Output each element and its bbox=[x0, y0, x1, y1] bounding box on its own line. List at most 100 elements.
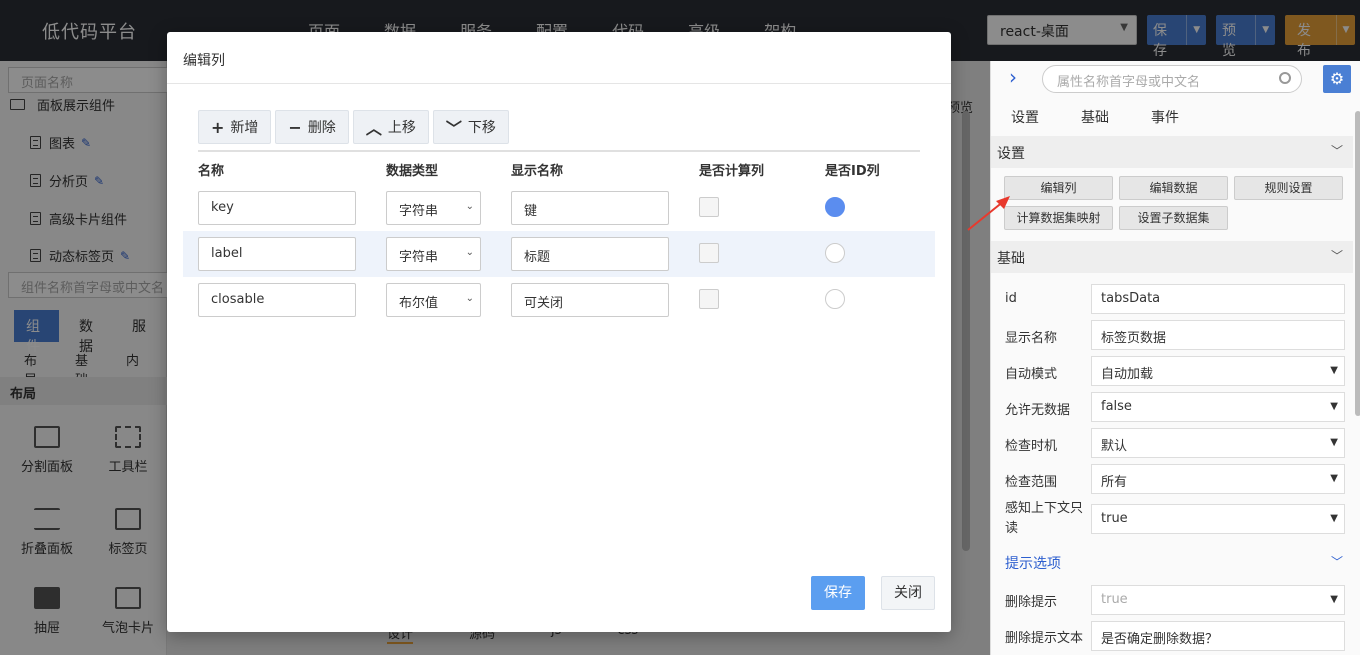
plus-icon: + bbox=[211, 117, 225, 137]
delete-button[interactable]: − 删除 bbox=[275, 110, 349, 144]
tab-settings[interactable]: 设置 bbox=[1011, 107, 1039, 127]
prop-label: 检查时机 bbox=[1005, 439, 1058, 454]
move-down-button-label: 下移 bbox=[467, 120, 496, 136]
dialog-close-button[interactable]: 关闭 bbox=[881, 576, 935, 610]
computed-checkbox[interactable] bbox=[699, 289, 719, 309]
column-name-input[interactable]: key bbox=[198, 191, 356, 225]
chevron-down-icon: ﹀ bbox=[445, 119, 462, 138]
table-row: label 字符串 ⌄ 标题 bbox=[183, 231, 935, 277]
chevron-down-icon: ⌄ bbox=[465, 201, 474, 212]
is-id-radio[interactable] bbox=[825, 197, 845, 217]
column-header-is-id: 是否ID列 bbox=[825, 164, 880, 179]
property-search-input[interactable]: 属性名称首字母或中文名 bbox=[1042, 65, 1302, 93]
basic-section-title: 基础 bbox=[997, 251, 1025, 267]
rule-settings-button[interactable]: 规则设置 bbox=[1234, 176, 1343, 200]
prop-delete-hint-select[interactable]: true ▼ bbox=[1091, 585, 1345, 615]
basic-section-header[interactable]: 基础 ﹀ bbox=[991, 241, 1353, 273]
dialog-save-button[interactable]: 保存 bbox=[811, 576, 865, 610]
computed-checkbox[interactable] bbox=[699, 197, 719, 217]
delete-button-label: 删除 bbox=[307, 120, 336, 136]
select-value: 默认 bbox=[1101, 439, 1128, 454]
dialog-toolbar: + 新增 − 删除 ︿ 上移 ﹀ 下移 bbox=[198, 110, 513, 144]
chevron-right-icon[interactable]: › bbox=[1009, 65, 1017, 89]
is-id-radio[interactable] bbox=[825, 243, 845, 263]
prop-display-name-input[interactable]: 标签页数据 bbox=[1091, 320, 1345, 350]
prop-label: 允许无数据 bbox=[1005, 403, 1071, 418]
prop-label: 删除提示 bbox=[1005, 595, 1058, 610]
chevron-down-icon: ⌄ bbox=[465, 247, 474, 258]
hint-section-header[interactable]: 提示选项 bbox=[1005, 553, 1061, 573]
move-up-button-label: 上移 bbox=[387, 120, 416, 136]
chevron-down-icon: ﹀ bbox=[1330, 144, 1343, 158]
prop-context-readonly-select[interactable]: true ▼ bbox=[1091, 504, 1345, 534]
prop-label: 删除提示文本 bbox=[1005, 631, 1084, 646]
table-row: closable 布尔值 ⌄ 可关闭 bbox=[183, 277, 935, 323]
table-row: key 字符串 ⌄ 键 bbox=[183, 185, 935, 231]
caret-down-icon: ▼ bbox=[1330, 594, 1338, 605]
annotation-arrow-icon bbox=[967, 196, 1010, 231]
is-id-radio[interactable] bbox=[825, 289, 845, 309]
divider bbox=[198, 150, 920, 152]
prop-label: 显示名称 bbox=[1005, 331, 1058, 346]
edit-columns-button[interactable]: 编辑列 bbox=[1004, 176, 1113, 200]
prop-label: 自动模式 bbox=[1005, 367, 1058, 382]
property-tabs: 设置 基础 事件 bbox=[1011, 107, 1221, 127]
column-header-type: 数据类型 bbox=[386, 164, 439, 179]
tab-basic[interactable]: 基础 bbox=[1081, 107, 1109, 127]
select-value: true bbox=[1101, 592, 1128, 607]
set-sub-dataset-button[interactable]: 设置子数据集 bbox=[1119, 206, 1228, 230]
caret-down-icon: ▼ bbox=[1330, 513, 1338, 524]
dialog-title: 编辑列 bbox=[183, 53, 225, 69]
select-value: 字符串 bbox=[399, 250, 439, 265]
column-name-input[interactable]: closable bbox=[198, 283, 356, 317]
chevron-up-icon: ︿ bbox=[365, 119, 382, 138]
select-value: 布尔值 bbox=[399, 296, 439, 311]
add-button[interactable]: + 新增 bbox=[198, 110, 272, 144]
column-header-display: 显示名称 bbox=[511, 164, 564, 179]
modal-backdrop-top bbox=[990, 0, 1360, 61]
tab-events[interactable]: 事件 bbox=[1151, 107, 1179, 127]
scrollbar[interactable] bbox=[1355, 111, 1360, 416]
prop-label: 感知上下文只读 bbox=[1005, 501, 1084, 536]
column-name-input[interactable]: label bbox=[198, 237, 356, 271]
prop-check-scope-select[interactable]: 所有 ▼ bbox=[1091, 464, 1345, 494]
chevron-down-icon: ﹀ bbox=[1330, 249, 1343, 263]
caret-down-icon: ▼ bbox=[1330, 473, 1338, 484]
column-header-computed: 是否计算列 bbox=[699, 164, 765, 179]
prop-label: id bbox=[1005, 291, 1017, 306]
gear-icon[interactable]: ⚙ bbox=[1323, 65, 1351, 93]
select-value: true bbox=[1101, 511, 1128, 526]
compute-dataset-mapping-button[interactable]: 计算数据集映射 bbox=[1004, 206, 1113, 230]
settings-section-header[interactable]: 设置 ﹀ bbox=[991, 136, 1353, 168]
prop-check-timing-select[interactable]: 默认 ▼ bbox=[1091, 428, 1345, 458]
display-name-input[interactable]: 可关闭 bbox=[511, 283, 669, 317]
prop-auto-mode-select[interactable]: 自动加载 ▼ bbox=[1091, 356, 1345, 386]
prop-delete-hint-text-input[interactable]: 是否确定删除数据？ bbox=[1091, 621, 1345, 651]
select-value: 自动加载 bbox=[1101, 367, 1154, 382]
move-up-button[interactable]: ︿ 上移 bbox=[352, 110, 429, 144]
display-name-input[interactable]: 标题 bbox=[511, 237, 669, 271]
property-panel: › 属性名称首字母或中文名 ⚙ 设置 基础 事件 设置 ﹀ 编辑列 编辑数据 规… bbox=[990, 61, 1360, 655]
search-icon bbox=[1279, 72, 1291, 84]
display-name-input[interactable]: 键 bbox=[511, 191, 669, 225]
prop-allow-empty-select[interactable]: false ▼ bbox=[1091, 392, 1345, 422]
chevron-down-icon[interactable]: ﹀ bbox=[1331, 553, 1343, 570]
divider bbox=[167, 83, 951, 84]
property-search-placeholder: 属性名称首字母或中文名 bbox=[1057, 75, 1201, 90]
data-type-select[interactable]: 字符串 ⌄ bbox=[386, 191, 481, 225]
prop-id-input[interactable]: tabsData bbox=[1091, 284, 1345, 314]
move-down-button[interactable]: ﹀ 下移 bbox=[432, 110, 509, 144]
add-button-label: 新增 bbox=[230, 120, 259, 136]
data-type-select[interactable]: 布尔值 ⌄ bbox=[386, 283, 481, 317]
select-value: false bbox=[1101, 399, 1132, 414]
prop-label: 检查范围 bbox=[1005, 475, 1058, 490]
select-value: 字符串 bbox=[399, 204, 439, 219]
data-type-select[interactable]: 字符串 ⌄ bbox=[386, 237, 481, 271]
caret-down-icon: ▼ bbox=[1330, 437, 1338, 448]
minus-icon: − bbox=[288, 117, 302, 137]
edit-data-button[interactable]: 编辑数据 bbox=[1119, 176, 1228, 200]
computed-checkbox[interactable] bbox=[699, 243, 719, 263]
hint-section-title: 提示选项 bbox=[1005, 556, 1061, 572]
settings-section-title: 设置 bbox=[997, 146, 1025, 162]
chevron-down-icon: ⌄ bbox=[465, 293, 474, 304]
